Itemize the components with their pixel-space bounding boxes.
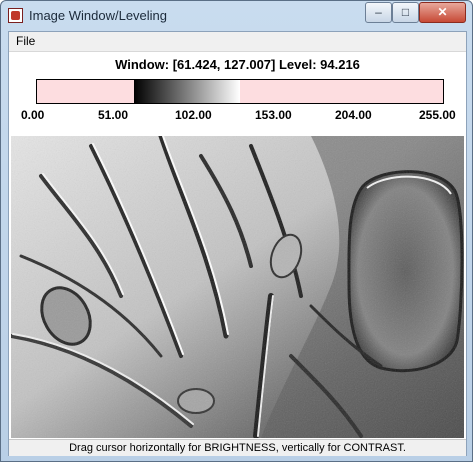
client-area: File Window: [61.424, 127.007] Level: 94… (8, 31, 467, 456)
title-bar[interactable]: Image Window/Leveling – □ ✕ (1, 1, 472, 31)
close-icon: ✕ (437, 5, 448, 19)
tick-label: 0.00 (21, 108, 45, 122)
image-window: Image Window/Leveling – □ ✕ File Window:… (0, 0, 473, 462)
minimize-button[interactable]: – (365, 2, 392, 23)
maximize-icon: □ (401, 5, 410, 19)
window-title: Image Window/Leveling (29, 8, 168, 23)
status-bar: Drag cursor horizontally for BRIGHTNESS,… (9, 439, 466, 456)
lut-grayscale-ramp (134, 80, 240, 103)
tick-label: 204.00 (335, 108, 372, 122)
lut-above-window (240, 80, 443, 103)
image-canvas[interactable] (11, 136, 464, 438)
window-level-readout: Window: [61.424, 127.007] Level: 94.216 (115, 57, 360, 72)
app-icon[interactable] (8, 8, 23, 23)
tick-label: 255.00 (419, 108, 456, 122)
tick-label: 51.00 (98, 108, 129, 122)
leveling-panel: Window: [61.424, 127.007] Level: 94.216 … (9, 52, 466, 147)
lut-colorbar[interactable] (36, 79, 444, 104)
menu-bar: File (9, 32, 466, 52)
lut-below-window (37, 80, 134, 103)
tick-label: 102.00 (175, 108, 212, 122)
tick-label: 153.00 (255, 108, 292, 122)
minimize-icon: – (375, 5, 382, 19)
maximize-button[interactable]: □ (392, 2, 419, 23)
menu-file[interactable]: File (16, 34, 35, 48)
microscopy-image (11, 136, 464, 438)
close-button[interactable]: ✕ (419, 2, 466, 23)
